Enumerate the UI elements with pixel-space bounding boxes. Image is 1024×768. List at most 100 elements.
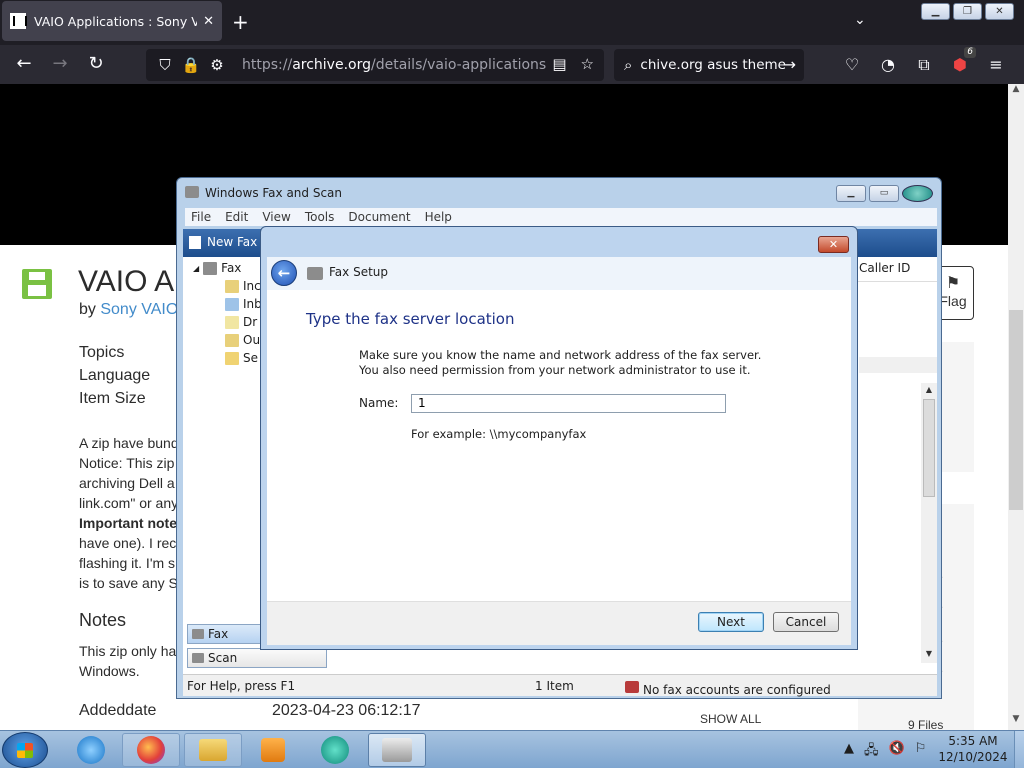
tree-item-sent[interactable]: Se <box>225 351 258 365</box>
list-all-tabs-icon[interactable]: ⌄ <box>854 12 866 28</box>
media-player-icon <box>261 738 285 762</box>
new-fax-icon <box>189 235 201 249</box>
search-icon: ⌕ <box>624 56 633 74</box>
header-line <box>853 281 937 282</box>
column-caller-id[interactable]: Caller ID <box>859 261 910 275</box>
inbox-icon <box>225 297 239 311</box>
menu-document[interactable]: Document <box>348 208 410 226</box>
show-all-link[interactable]: SHOW ALL <box>700 712 761 726</box>
taskbar-internet-explorer[interactable] <box>62 733 120 767</box>
restore-button[interactable]: ❐ <box>953 3 982 20</box>
sidebar-scan-button[interactable]: Scan <box>187 648 327 668</box>
cancel-button[interactable]: Cancel <box>773 612 839 632</box>
fax-close-button[interactable] <box>902 185 933 202</box>
scroll-up-icon[interactable]: ▲ <box>921 385 937 394</box>
forward-arrow-icon[interactable]: → <box>48 52 72 76</box>
scroll-thumb[interactable] <box>923 399 935 497</box>
list-scrollbar[interactable]: ▲ ▼ <box>921 383 937 663</box>
lock-icon[interactable]: 🔒 <box>180 56 202 74</box>
menu-file[interactable]: File <box>191 208 211 226</box>
new-tab-button[interactable]: + <box>232 8 249 36</box>
app-icon <box>321 736 349 764</box>
meta-language: Language <box>79 367 151 384</box>
drafts-icon <box>225 315 239 329</box>
dialog-title: Fax Setup <box>329 265 388 279</box>
show-hidden-icons-icon[interactable]: ▲ <box>844 741 854 763</box>
addeddate-label: Addeddate <box>79 702 157 719</box>
menu-view[interactable]: View <box>262 208 290 226</box>
tree-item-drafts[interactable]: Dr <box>225 315 257 329</box>
address-bar[interactable]: ⛉ 🔒 ⚙ https://archive.org/details/vaio-a… <box>146 49 604 81</box>
minimize-button[interactable]: ▁ <box>921 3 950 20</box>
ublock-icon[interactable]: ⬢ 6 <box>948 47 976 77</box>
new-fax-button[interactable]: New Fax <box>189 235 257 249</box>
back-arrow-button[interactable]: ← <box>271 260 297 286</box>
permissions-icon[interactable]: ⚙ <box>206 56 228 74</box>
folder-icon <box>199 739 227 761</box>
fax-server-name-input[interactable]: 1 <box>411 394 726 413</box>
status-accounts: No fax accounts are configured <box>625 679 831 697</box>
reader-view-icon[interactable]: ▤ <box>552 55 566 73</box>
tab-title: VAIO Applications : Sony VAIO : <box>34 13 198 29</box>
notes-heading: Notes <box>79 610 127 630</box>
internet-explorer-icon <box>77 736 105 764</box>
taskbar-app[interactable] <box>306 733 364 767</box>
account-icon[interactable]: ◔ <box>876 53 900 77</box>
url-text[interactable]: https://archive.org/details/vaio-applica… <box>242 57 546 73</box>
browser-window-controls: ▁ ❐ ✕ <box>921 3 1014 20</box>
close-tab-icon[interactable]: ✕ <box>203 14 214 29</box>
reload-icon[interactable]: ↻ <box>84 52 108 76</box>
start-button[interactable] <box>2 732 48 768</box>
horizontal-scrollbar[interactable] <box>859 357 937 373</box>
network-icon[interactable]: 🖧 <box>864 741 879 763</box>
extension-badge: 6 <box>964 47 976 58</box>
extensions-icon[interactable]: ⧉ <box>912 53 936 77</box>
scroll-thumb[interactable] <box>1009 310 1023 510</box>
action-center-flag-icon[interactable]: ⚐ <box>915 741 927 763</box>
menu-help[interactable]: Help <box>425 208 452 226</box>
system-tray: ▲ 🖧 🔇 ⚐ <box>844 741 926 763</box>
menu-tools[interactable]: Tools <box>305 208 335 226</box>
tree-item-outbox[interactable]: Ou <box>225 333 260 347</box>
show-desktop-button[interactable] <box>1014 731 1024 768</box>
search-go-arrow-icon[interactable]: → <box>783 55 796 74</box>
tree-item-fax[interactable]: ◢ Fax <box>193 261 241 275</box>
taskbar-fax-scan[interactable] <box>368 733 426 767</box>
fax-minimize-button[interactable]: ▁ <box>836 185 866 202</box>
taskbar-clock[interactable]: 5:35 AM 12/10/2024 <box>938 733 1008 765</box>
scroll-up-icon[interactable]: ▲ <box>1008 84 1024 94</box>
close-window-button[interactable]: ✕ <box>985 3 1014 20</box>
menu-edit[interactable]: Edit <box>225 208 248 226</box>
back-arrow-icon[interactable]: ← <box>12 52 36 76</box>
search-text[interactable]: chive.org asus theme <box>640 57 786 73</box>
volume-muted-icon[interactable]: 🔇 <box>889 741 905 763</box>
fax-menu-bar: File Edit View Tools Document Help <box>185 208 937 226</box>
tree-item-inbox[interactable]: Inb <box>225 297 262 311</box>
browser-tab[interactable]: VAIO Applications : Sony VAIO : ✕ <box>2 1 222 41</box>
search-box[interactable]: ⌕ chive.org asus theme → <box>614 49 804 81</box>
dialog-header: ← Fax Setup <box>267 257 851 290</box>
instruction-line-1: Make sure you know the name and network … <box>359 348 762 362</box>
next-button[interactable]: Next <box>698 612 764 632</box>
tree-item-incoming[interactable]: Inc <box>225 279 261 293</box>
floppy-disk-icon <box>22 269 52 299</box>
bookmark-star-icon[interactable]: ☆ <box>581 55 594 73</box>
scroll-down-icon[interactable]: ▼ <box>1008 714 1024 724</box>
fax-maximize-button[interactable]: ▭ <box>869 185 899 202</box>
fax-icon <box>203 261 218 275</box>
page-scrollbar[interactable]: ▲ ▼ <box>1008 84 1024 730</box>
pocket-icon[interactable]: ♡ <box>840 53 864 77</box>
scan-icon <box>192 653 204 663</box>
browser-tab-bar: VAIO Applications : Sony VAIO : ✕ + ⌄ ▁ … <box>0 0 1024 45</box>
scroll-down-icon[interactable]: ▼ <box>921 649 937 658</box>
author-link[interactable]: Sony VAIO <box>100 301 178 318</box>
taskbar-firefox[interactable] <box>122 733 180 767</box>
dialog-close-button[interactable]: ✕ <box>818 236 849 253</box>
taskbar-explorer[interactable] <box>184 733 242 767</box>
fax-status-bar: For Help, press F1 1 Item No fax account… <box>183 674 937 697</box>
taskbar-media-player[interactable] <box>244 733 302 767</box>
firefox-icon <box>137 736 165 764</box>
meta-item-size: Item Size <box>79 390 146 407</box>
hamburger-menu-icon[interactable]: ≡ <box>984 53 1008 77</box>
shield-icon[interactable]: ⛉ <box>154 56 176 74</box>
